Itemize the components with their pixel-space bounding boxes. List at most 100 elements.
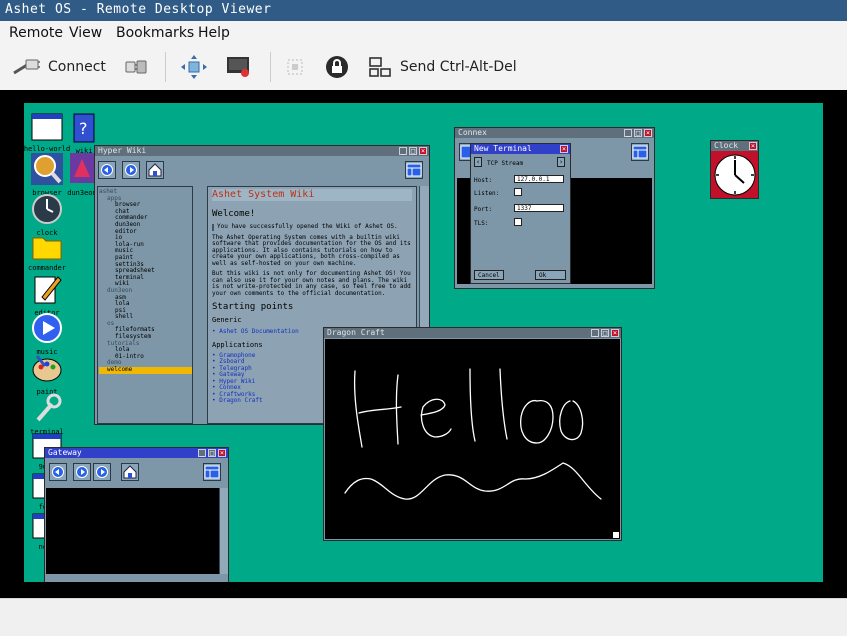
menu-remote[interactable]: Remote bbox=[9, 25, 63, 41]
scale-button[interactable] bbox=[285, 52, 305, 82]
back-button[interactable] bbox=[49, 463, 67, 481]
wiki-tree-item[interactable]: lola-run bbox=[99, 241, 192, 249]
wiki-tree-item[interactable]: terminal bbox=[99, 274, 192, 282]
send-ctrl-alt-del-button[interactable]: Send Ctrl-Alt-Del bbox=[368, 52, 517, 82]
layout-button[interactable] bbox=[203, 463, 221, 481]
close-button[interactable]: × bbox=[560, 145, 568, 153]
desktop-icon-paint[interactable]: paint bbox=[24, 352, 75, 396]
menubar: Remote View Bookmarks Help bbox=[0, 21, 847, 44]
cancel-button[interactable]: Cancel bbox=[474, 270, 504, 280]
wiki-tree-item[interactable]: dun3eon bbox=[99, 221, 192, 229]
connex-layout-button[interactable] bbox=[631, 143, 649, 161]
forward-button[interactable] bbox=[73, 463, 91, 481]
forward-button[interactable] bbox=[122, 161, 140, 179]
gateway-titlebar[interactable]: Gateway _ □ × bbox=[45, 448, 228, 458]
maximize-button[interactable]: □ bbox=[409, 147, 417, 155]
dragon-craft-window[interactable]: Dragon Craft _ □ × bbox=[323, 327, 622, 541]
drawing-canvas[interactable] bbox=[325, 339, 620, 539]
minimize-button[interactable]: _ bbox=[399, 147, 407, 155]
new-terminal-title: New Terminal bbox=[474, 144, 532, 153]
lock-icon bbox=[325, 55, 349, 79]
prev-stream-button[interactable]: ‹ bbox=[474, 157, 482, 167]
wiki-tree-item[interactable]: paint bbox=[99, 254, 192, 262]
new-terminal-dialog[interactable]: New Terminal × ‹ TCP Stream › Host: 127.… bbox=[470, 143, 571, 284]
close-button[interactable]: × bbox=[611, 329, 619, 337]
minimize-button[interactable]: _ bbox=[624, 129, 632, 137]
dragon-craft-title: Dragon Craft bbox=[327, 328, 385, 337]
wiki-tree-item[interactable]: asm bbox=[99, 294, 192, 302]
connex-title: Connex bbox=[458, 128, 487, 137]
maximize-button[interactable]: □ bbox=[601, 329, 609, 337]
wiki-tree-item[interactable]: lola bbox=[99, 347, 192, 354]
close-button[interactable]: × bbox=[644, 129, 652, 137]
desktop-icon-terminal[interactable]: terminal bbox=[24, 392, 75, 436]
back-button[interactable] bbox=[98, 161, 116, 179]
disconnect-button[interactable] bbox=[124, 52, 148, 82]
close-button[interactable]: × bbox=[218, 449, 226, 457]
port-field[interactable]: 1337 bbox=[514, 204, 564, 212]
gateway-content[interactable] bbox=[46, 488, 219, 574]
folder-icon bbox=[32, 237, 62, 260]
screenshot-button[interactable] bbox=[226, 52, 252, 82]
remote-desktop[interactable]: hello-world ? wiki browser dun3eon clock… bbox=[24, 103, 823, 582]
wiki-tree-item[interactable]: io bbox=[99, 235, 192, 242]
monitor-record-icon bbox=[226, 55, 252, 79]
desktop-icon-commander[interactable]: commander bbox=[24, 234, 75, 272]
keyboard-grab-button[interactable] bbox=[325, 52, 349, 82]
ok-button[interactable]: Ok bbox=[535, 270, 566, 280]
wiki-tree-item[interactable]: music bbox=[99, 248, 192, 255]
resize-handle[interactable] bbox=[612, 531, 620, 539]
close-button[interactable]: × bbox=[419, 147, 427, 155]
wrench-icon bbox=[36, 393, 62, 422]
desktop-icon-editor[interactable]: editor bbox=[24, 273, 75, 317]
wiki-tree-item[interactable]: lola bbox=[99, 300, 192, 308]
wiki-tree-item[interactable]: psi bbox=[99, 307, 192, 315]
desktop-icon-clock[interactable]: clock bbox=[24, 193, 75, 237]
wiki-starting-points: Starting points bbox=[212, 302, 294, 312]
connect-button[interactable]: Connect bbox=[12, 52, 106, 82]
layout-button[interactable] bbox=[405, 161, 423, 179]
clock-face-icon bbox=[714, 154, 756, 196]
hyperwiki-titlebar[interactable]: Hyper Wiki _ □ × bbox=[95, 146, 429, 156]
wiki-generic-heading: Generic bbox=[212, 316, 242, 324]
dragon-craft-titlebar[interactable]: Dragon Craft _ □ × bbox=[324, 328, 621, 338]
minimize-button[interactable]: _ bbox=[198, 449, 206, 457]
layout-icon bbox=[406, 163, 422, 177]
home-button[interactable] bbox=[146, 161, 164, 179]
wiki-tree-item[interactable]: browser bbox=[99, 202, 192, 209]
wiki-tree-item[interactable]: commander bbox=[99, 215, 192, 222]
wiki-tree-item[interactable]: welcome bbox=[99, 366, 192, 374]
gateway-scrollbar[interactable] bbox=[219, 488, 228, 574]
hello-drawing bbox=[344, 368, 602, 500]
close-button[interactable]: × bbox=[749, 142, 757, 150]
wiki-tree-item[interactable]: dun3eon bbox=[99, 287, 192, 295]
wiki-tree[interactable]: ashet apps browser chat commander dun3eon edit… bbox=[97, 186, 193, 424]
clock-window[interactable]: Clock × bbox=[710, 140, 759, 199]
connex-titlebar[interactable]: Connex _ □ × bbox=[455, 128, 654, 138]
menu-view[interactable]: View bbox=[69, 25, 102, 41]
next-stream-button[interactable]: › bbox=[557, 157, 565, 167]
clock-titlebar[interactable]: Clock × bbox=[711, 141, 758, 151]
menu-bookmarks[interactable]: Bookmarks bbox=[116, 25, 194, 41]
minimize-button[interactable]: _ bbox=[591, 329, 599, 337]
wiki-tree-item[interactable]: spreadsheet bbox=[99, 268, 192, 275]
maximize-button[interactable]: □ bbox=[634, 129, 642, 137]
host-label: Host: bbox=[474, 177, 493, 184]
desktop-icon-music[interactable]: music bbox=[24, 312, 75, 356]
wiki-tree-item[interactable]: editor bbox=[99, 228, 192, 236]
wiki-tree-item[interactable]: apps bbox=[99, 195, 192, 203]
fullscreen-button[interactable] bbox=[181, 52, 207, 82]
new-terminal-titlebar[interactable]: New Terminal × bbox=[471, 144, 570, 154]
maximize-button[interactable]: □ bbox=[208, 449, 216, 457]
home-button[interactable] bbox=[121, 463, 139, 481]
move-arrows-icon bbox=[181, 55, 207, 79]
menu-help[interactable]: Help bbox=[198, 25, 230, 41]
gateway-window[interactable]: Gateway _ □ × bbox=[44, 447, 229, 582]
wiki-page-heading: Ashet System Wiki bbox=[212, 189, 412, 201]
listen-checkbox[interactable] bbox=[514, 188, 522, 196]
wiki-intro: You have successfully opened the Wiki of… bbox=[212, 223, 412, 231]
host-field[interactable]: 127.0.0.1 bbox=[514, 175, 564, 183]
go-button[interactable] bbox=[93, 463, 111, 481]
tls-checkbox[interactable] bbox=[514, 218, 522, 226]
wiki-tree-item[interactable]: tutorials bbox=[99, 340, 192, 348]
